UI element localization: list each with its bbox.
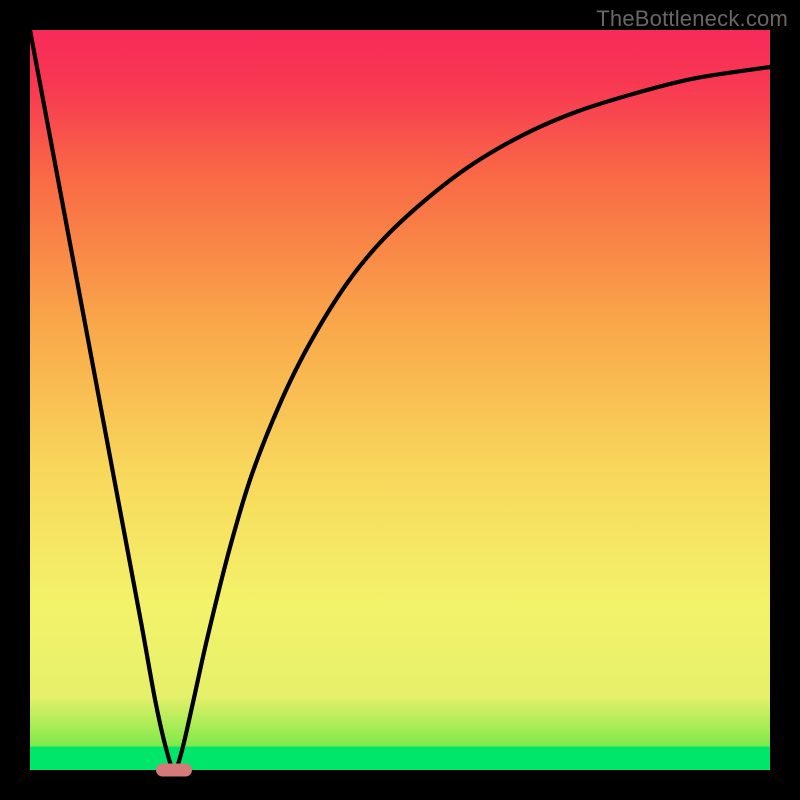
chart-frame: TheBottleneck.com (0, 0, 800, 800)
plot-area (30, 30, 770, 770)
curve-svg (30, 30, 770, 770)
optimum-marker (156, 764, 192, 777)
bottleneck-curve (30, 30, 770, 770)
watermark-text: TheBottleneck.com (596, 6, 788, 32)
